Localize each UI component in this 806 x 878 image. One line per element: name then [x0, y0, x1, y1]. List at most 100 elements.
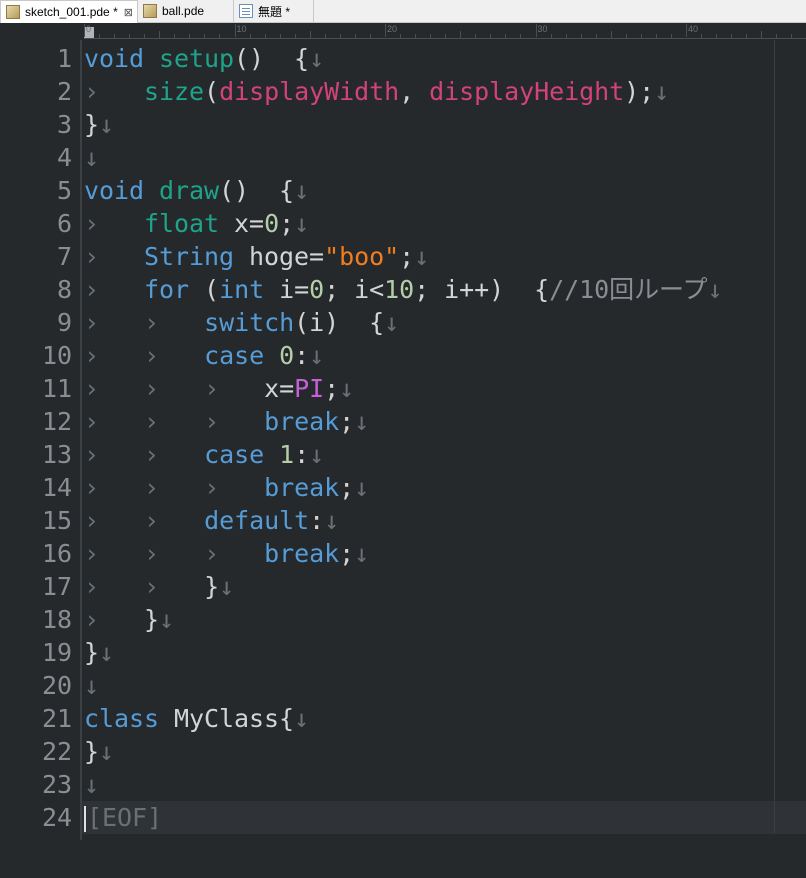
- code-line[interactable]: 18 › }↓: [0, 603, 806, 636]
- tab-mark: ›: [84, 473, 100, 502]
- code-token: case: [204, 440, 265, 469]
- code-line[interactable]: 3}↓: [0, 108, 806, 141]
- newline-mark: ↓: [294, 704, 310, 733]
- code-line[interactable]: 11 › › › x=PI;↓: [0, 372, 806, 405]
- ruler-minor-tick: [264, 34, 266, 38]
- code-line[interactable]: 15 › › default:↓: [0, 504, 806, 537]
- line-number: 24: [41, 803, 72, 832]
- code-line[interactable]: 24 [EOF]: [0, 801, 806, 834]
- line-number: 20: [41, 671, 72, 700]
- newline-mark: ↓: [324, 506, 340, 535]
- code-line[interactable]: 6 › float x=0;↓: [0, 207, 806, 240]
- code-token: case: [204, 341, 265, 370]
- tab-sketch-001[interactable]: sketch_001.pde * ⊠: [0, 0, 138, 23]
- tab-ball[interactable]: ball.pde: [138, 0, 234, 22]
- line-source: › › › break;↓: [84, 471, 369, 504]
- code-line[interactable]: 8 › for (int i=0; i<10; i++) {//10回ループ↓: [0, 273, 806, 306]
- code-token: x=: [219, 209, 265, 238]
- tab-mark: ›: [144, 341, 160, 370]
- line-number: 18: [41, 605, 72, 634]
- code-line[interactable]: 22}↓: [0, 735, 806, 768]
- code-token: }: [84, 110, 100, 139]
- code-line[interactable]: 16 › › › break;↓: [0, 537, 806, 570]
- code-line[interactable]: 12 › › › break;↓: [0, 405, 806, 438]
- code-line[interactable]: 13 › › case 1:↓: [0, 438, 806, 471]
- tab-label: sketch_001.pde *: [25, 5, 118, 19]
- code-line[interactable]: 14 › › › break;↓: [0, 471, 806, 504]
- code-token: );: [624, 77, 655, 106]
- line-source: › › › x=PI;↓: [84, 372, 354, 405]
- code-editor[interactable]: 1 void setup() {↓ 2 › size(displayWidth, di…: [0, 42, 806, 834]
- pde-file-icon: [6, 5, 20, 19]
- text-file-icon: [239, 4, 253, 18]
- code-token: size: [144, 77, 205, 106]
- code-line[interactable]: 7 › String hoge="boo";↓: [0, 240, 806, 273]
- code-line[interactable]: 20 ↓: [0, 669, 806, 702]
- column-ruler: 0 10 20 30 40: [84, 24, 806, 39]
- pde-file-icon: [143, 4, 157, 18]
- line-source: › › › break;↓: [84, 405, 369, 438]
- code-token: //10回ループ: [549, 275, 708, 304]
- ruler-minor-tick: [625, 34, 627, 38]
- ruler-minor-tick: [640, 34, 642, 38]
- line-source: › › › break;↓: [84, 537, 369, 570]
- code-token: float: [144, 209, 220, 238]
- ruler-minor-tick: [279, 34, 281, 38]
- line-number: 9: [56, 308, 72, 337]
- ruler-minor-tick: [339, 34, 341, 38]
- code-line[interactable]: 1 void setup() {↓: [0, 42, 806, 75]
- tab-mark: ›: [204, 407, 220, 436]
- tab-mark: ›: [144, 407, 160, 436]
- ruler-minor-tick: [565, 34, 567, 38]
- code-token: ;: [339, 539, 355, 568]
- ruler-label: 20: [387, 24, 398, 34]
- code-line[interactable]: 9 › › switch(i) {↓: [0, 306, 806, 339]
- tab-mark: ›: [144, 308, 160, 337]
- code-line[interactable]: 5 void draw() {↓: [0, 174, 806, 207]
- code-line[interactable]: 23 ↓: [0, 768, 806, 801]
- newline-mark: ↓: [309, 44, 325, 73]
- ruler-label: 40: [688, 24, 699, 34]
- code-token: }: [144, 605, 160, 634]
- code-token: switch: [204, 308, 295, 337]
- line-source: › › }↓: [84, 570, 234, 603]
- newline-mark: ↓: [159, 605, 175, 634]
- line-source: }↓: [84, 636, 114, 669]
- line-number: 15: [41, 506, 72, 535]
- line-number: 8: [56, 275, 72, 304]
- ruler-minor-tick: [670, 34, 672, 38]
- line-number: 6: [56, 209, 72, 238]
- ruler-minor-tick: [324, 34, 326, 38]
- code-line[interactable]: 19}↓: [0, 636, 806, 669]
- line-source: ↓: [84, 768, 99, 801]
- code-token: MyClass{: [159, 704, 295, 733]
- code-line[interactable]: 4 ↓: [0, 141, 806, 174]
- code-token: ;: [339, 473, 355, 502]
- code-line[interactable]: 21 class MyClass{↓: [0, 702, 806, 735]
- close-tab-icon[interactable]: ⊠: [124, 6, 133, 19]
- ruler-label: 10: [236, 24, 247, 34]
- code-token: :: [294, 440, 310, 469]
- tab-bar: sketch_001.pde * ⊠ ball.pde 無題 *: [0, 0, 806, 23]
- newline-mark: ↓: [219, 572, 235, 601]
- tab-untitled[interactable]: 無題 *: [234, 0, 314, 22]
- code-line[interactable]: 10 › › case 0:↓: [0, 339, 806, 372]
- line-number: 10: [41, 341, 72, 370]
- tab-mark: ›: [204, 374, 220, 403]
- ruler-major-tick: [234, 24, 236, 37]
- ruler-minor-tick: [505, 34, 507, 38]
- line-source: void setup() {↓: [84, 42, 324, 75]
- code-line[interactable]: 17 › › }↓: [0, 570, 806, 603]
- code-line[interactable]: 2 › size(displayWidth, displayHeight);↓: [0, 75, 806, 108]
